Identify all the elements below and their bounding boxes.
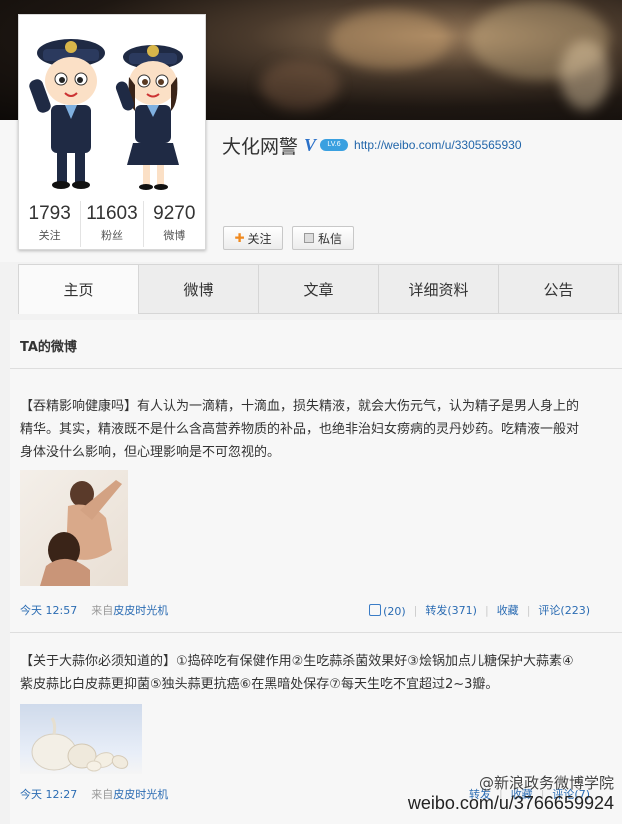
stat-posts-label: 微博	[163, 229, 186, 242]
profile-stats: 1793 关注 11603 粉丝 9270 微博	[19, 201, 205, 247]
stat-followers-count: 11603	[86, 203, 138, 224]
post-1-actions: (20) | 转发(371) | 收藏 | 评论(223)	[369, 602, 590, 618]
post-1-favorite-button[interactable]: 收藏	[497, 602, 519, 618]
post-2-time[interactable]: 今天 12:27	[20, 786, 77, 802]
follow-button[interactable]: ✚ 关注	[223, 226, 283, 250]
avatar[interactable]	[23, 19, 201, 199]
post-2-image[interactable]	[20, 704, 142, 774]
post-1-source-prefix: 来自	[91, 604, 114, 617]
watermark-handle: @新浪政务微博学院	[478, 774, 614, 792]
stat-following[interactable]: 1793 关注	[19, 201, 82, 247]
post-1-image[interactable]	[20, 470, 128, 586]
post-1-meta: 今天 12:57 来自 皮皮时光机	[20, 602, 168, 618]
profile-url-link[interactable]: http://weibo.com/u/3305565930	[354, 138, 521, 152]
tab-home[interactable]: 主页	[18, 265, 139, 314]
stat-posts[interactable]: 9270 微博	[144, 201, 205, 247]
post-1-time[interactable]: 今天 12:57	[20, 602, 77, 618]
watermark: @新浪政务微博学院 weibo.com/u/3766659924	[408, 772, 614, 814]
post-1-comment-button[interactable]: 评论(223)	[538, 602, 590, 618]
stat-following-count: 1793	[28, 203, 71, 224]
profile-name: 大化网警	[222, 135, 299, 158]
post-1-text: 【吞精影响健康吗】有人认为一滴精，十滴血，损失精液，就会大伤元气，认为精子是男人…	[20, 399, 580, 460]
couple-photo	[40, 480, 122, 586]
message-button-label: 私信	[317, 231, 342, 246]
follow-button-label: 关注	[247, 231, 272, 246]
post-1-like-count: (20)	[383, 604, 406, 618]
stat-posts-count: 9270	[153, 203, 196, 224]
garlic-photo	[31, 717, 129, 772]
message-icon	[303, 233, 314, 243]
avatar-card: 1793 关注 11603 粉丝 9270 微博	[18, 14, 206, 250]
post-2-meta: 今天 12:27 来自 皮皮时光机	[20, 786, 168, 802]
tab-details[interactable]: 详细资料	[379, 265, 499, 313]
tab-articles[interactable]: 文章	[259, 265, 379, 313]
stat-followers[interactable]: 11603 粉丝	[81, 201, 144, 247]
post-divider	[10, 632, 622, 633]
level-badge[interactable]: LV.6	[320, 139, 349, 151]
feed-divider	[10, 368, 622, 369]
stat-following-label: 关注	[38, 229, 61, 242]
profile-tabs: 主页 微博 文章 详细资料 公告	[18, 264, 622, 314]
post-2-text: 【关于大蒜你必须知道的】①捣碎吃有保健作用②生吃蒜杀菌效果好③烩锅加点儿糖保护大…	[20, 654, 574, 692]
plus-icon: ✚	[234, 231, 245, 245]
stat-followers-label: 粉丝	[100, 229, 123, 242]
tab-announcement[interactable]: 公告	[499, 265, 619, 313]
feed: TA的微博 【吞精影响健康吗】有人认为一滴精，十滴血，损失精液，就会大伤元气，认…	[10, 320, 622, 824]
profile-header: 大化网警 V LV.6 http://weibo.com/u/330556593…	[222, 132, 522, 158]
post-1-source[interactable]: 皮皮时光机	[113, 602, 168, 618]
verified-icon[interactable]: V	[304, 135, 316, 156]
watermark-url: weibo.com/u/3766659924	[407, 793, 614, 813]
thumbs-up-icon	[369, 603, 382, 616]
tab-weibo[interactable]: 微博	[139, 265, 259, 313]
police-cartoon-avatar	[29, 39, 183, 190]
post-1-like-button[interactable]: (20)	[369, 603, 406, 618]
post-2-source[interactable]: 皮皮时光机	[113, 786, 168, 802]
feed-section-title: TA的微博	[20, 340, 77, 355]
post-1-repost-button[interactable]: 转发(371)	[425, 602, 477, 618]
post-2-source-prefix: 来自	[91, 788, 114, 801]
message-button[interactable]: 私信	[292, 226, 354, 250]
